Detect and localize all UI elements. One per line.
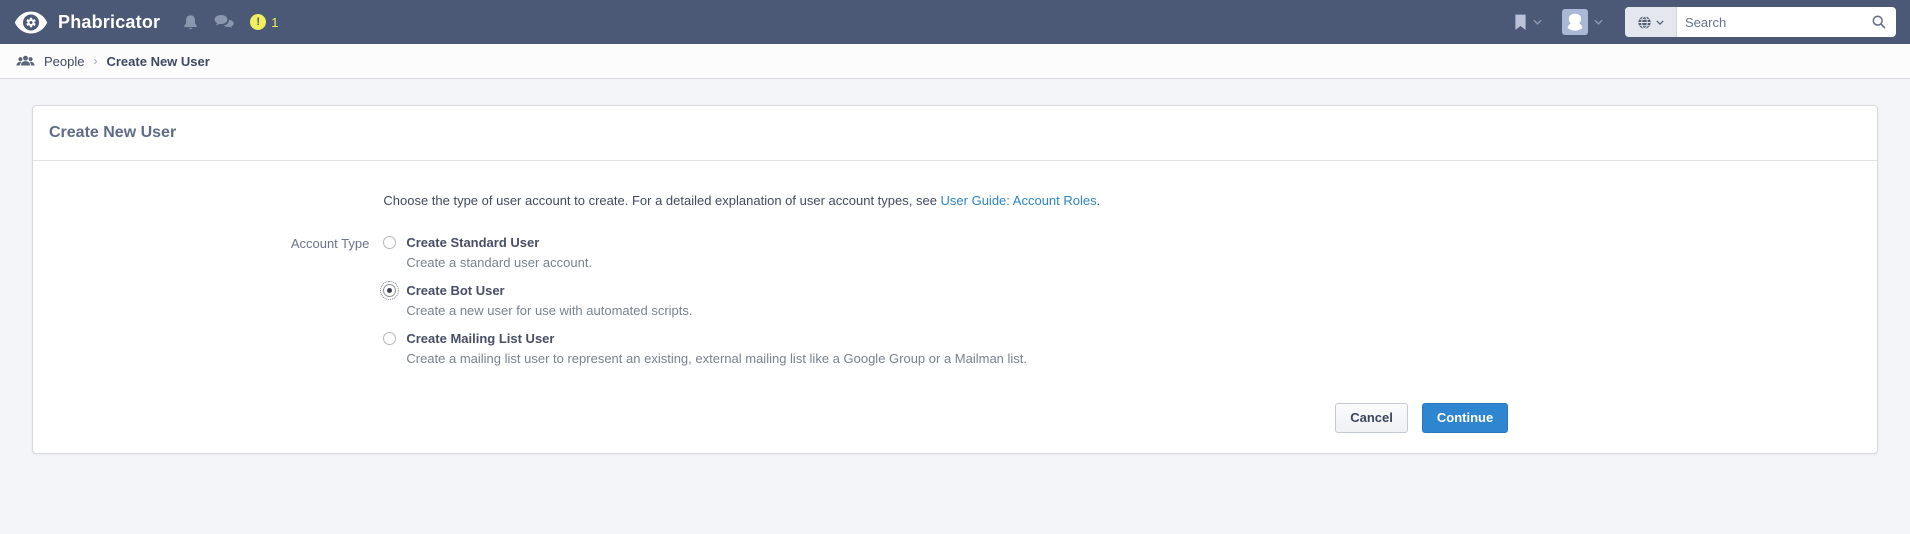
search-scope-selector[interactable]	[1625, 7, 1677, 37]
notifications-bell-icon[interactable]	[182, 14, 199, 31]
option-caption: Create a new user for use with automated…	[406, 303, 692, 319]
option-label: Create Mailing List User	[406, 331, 1027, 347]
favorites-menu[interactable]	[1508, 10, 1548, 35]
option-create-bot-user[interactable]: Create Bot User Create a new user for us…	[383, 283, 1508, 319]
home-link[interactable]: Phabricator	[14, 10, 160, 35]
form-actions: Cancel Continue	[33, 403, 1877, 433]
avatar	[1562, 9, 1588, 35]
bookmark-icon	[1514, 14, 1527, 31]
chevron-down-icon	[1533, 19, 1542, 25]
account-type-row: Account Type Create Standard User Create…	[33, 235, 1877, 379]
radio-mailing-list-user[interactable]	[383, 332, 396, 345]
setup-issues-indicator[interactable]: ! 1	[250, 14, 278, 30]
setup-issue-count: 1	[271, 15, 278, 30]
chevron-down-icon	[1594, 19, 1603, 25]
page-content: Create New User Choose the type of user …	[0, 79, 1910, 454]
option-label: Create Bot User	[406, 283, 692, 299]
warning-icon: !	[250, 14, 266, 30]
main-menu-bar: Phabricator ! 1	[0, 0, 1910, 44]
option-caption: Create a mailing list user to represent …	[406, 351, 1027, 367]
search-input[interactable]	[1677, 7, 1862, 37]
continue-button[interactable]: Continue	[1422, 403, 1508, 433]
form-instructions: Choose the type of user account to creat…	[383, 193, 1508, 209]
create-new-user-panel: Create New User Choose the type of user …	[32, 105, 1878, 454]
cancel-button[interactable]: Cancel	[1335, 403, 1408, 433]
account-type-label: Account Type	[33, 235, 383, 379]
global-search	[1625, 7, 1896, 37]
option-create-standard-user[interactable]: Create Standard User Create a standard u…	[383, 235, 1508, 271]
people-group-icon	[16, 54, 35, 69]
messages-icon[interactable]	[214, 14, 235, 31]
breadcrumb-people[interactable]: People	[44, 54, 84, 69]
radio-standard-user[interactable]	[383, 236, 396, 249]
instructions-period: .	[1097, 193, 1101, 208]
option-create-mailing-list-user[interactable]: Create Mailing List User Create a mailin…	[383, 331, 1508, 367]
breadcrumb: People › Create New User	[0, 44, 1910, 79]
user-menu[interactable]	[1556, 5, 1609, 39]
option-label: Create Standard User	[406, 235, 592, 251]
brand-name: Phabricator	[58, 12, 160, 33]
page-title: Create New User	[33, 106, 1877, 161]
option-caption: Create a standard user account.	[406, 255, 592, 271]
globe-icon	[1637, 15, 1652, 30]
instructions-text: Choose the type of user account to creat…	[383, 193, 940, 208]
search-icon[interactable]	[1862, 14, 1896, 30]
breadcrumb-separator: ›	[93, 54, 97, 68]
account-roles-link[interactable]: User Guide: Account Roles	[941, 193, 1097, 208]
chevron-down-icon	[1656, 20, 1664, 25]
breadcrumb-current: Create New User	[106, 54, 209, 69]
phabricator-logo-icon	[14, 10, 48, 35]
radio-bot-user[interactable]	[383, 284, 396, 297]
